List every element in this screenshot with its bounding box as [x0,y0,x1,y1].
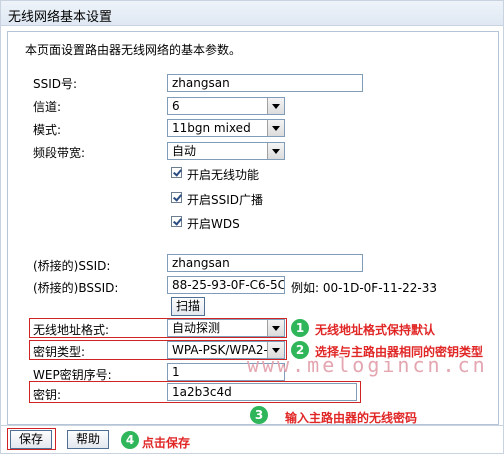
chevron-down-icon[interactable] [267,143,284,159]
address-format-label: 无线地址格式: [33,323,110,337]
wep-index-label: WEP密钥序号: [33,368,112,382]
settings-window: 无线网络基本设置 本页面设置路由器无线网络的基本参数。 SSID号: zhang… [0,0,504,454]
step-2-badge: 2 [291,341,309,359]
ssid-label: SSID号: [33,77,78,91]
channel-select[interactable]: 6 [167,97,285,115]
page-description: 本页面设置路由器无线网络的基本参数。 [25,43,242,57]
wireless-checkbox[interactable] [171,167,182,178]
save-button[interactable]: 保存 [10,430,52,449]
title-bar: 无线网络基本设置 [1,1,503,26]
key-type-label: 密钥类型: [33,345,86,359]
bandwidth-select[interactable]: 自动 [167,142,285,160]
address-format-value: 自动探测 [172,321,221,335]
key-input[interactable]: 1a2b3c4d [167,383,357,401]
mode-value: 11bgn mixed [172,121,251,135]
ssid-broadcast-checkbox-label: 开启SSID广播 [187,193,264,207]
channel-label: 信道: [33,100,62,114]
step-4-note: 点击保存 [142,436,191,450]
step-1-note: 无线地址格式保持默认 [315,323,436,337]
bridge-bssid-input[interactable]: 88-25-93-0F-C6-5C [167,276,285,294]
page-title: 无线网络基本设置 [8,10,113,25]
help-button[interactable]: 帮助 [67,430,109,449]
scan-button[interactable]: 扫描 [171,297,205,316]
key-label: 密钥: [33,388,62,402]
step-2-note: 选择与主路由器相同的密钥类型 [315,345,484,359]
bridge-ssid-label: (桥接的)SSID: [33,259,111,273]
bandwidth-label: 频段带宽: [33,146,86,160]
wireless-checkbox-label: 开启无线功能 [187,168,260,182]
ssid-broadcast-checkbox[interactable] [171,192,182,203]
bandwidth-value: 自动 [172,144,197,158]
channel-value: 6 [172,99,180,113]
bssid-example: 例如: 00-1D-0F-11-22-33 [291,281,437,295]
step-4-badge: 4 [121,431,139,449]
address-format-select[interactable]: 自动探测 [167,319,285,337]
chevron-down-icon[interactable] [267,120,284,136]
mode-select[interactable]: 11bgn mixed [167,119,285,137]
wds-checkbox[interactable] [171,216,182,227]
bridge-ssid-input[interactable]: zhangsan [167,254,363,272]
chevron-down-icon[interactable] [267,320,284,336]
footer-divider [1,425,503,426]
wds-checkbox-label: 开启WDS [187,217,240,231]
bridge-bssid-label: (桥接的)BSSID: [33,281,119,295]
ssid-input[interactable]: zhangsan [167,74,363,92]
mode-label: 模式: [33,123,62,137]
step-1-badge: 1 [291,319,309,337]
step-3-badge: 3 [250,406,268,424]
step-3-note: 输入主路由器的无线密码 [285,411,418,425]
chevron-down-icon[interactable] [267,98,284,114]
